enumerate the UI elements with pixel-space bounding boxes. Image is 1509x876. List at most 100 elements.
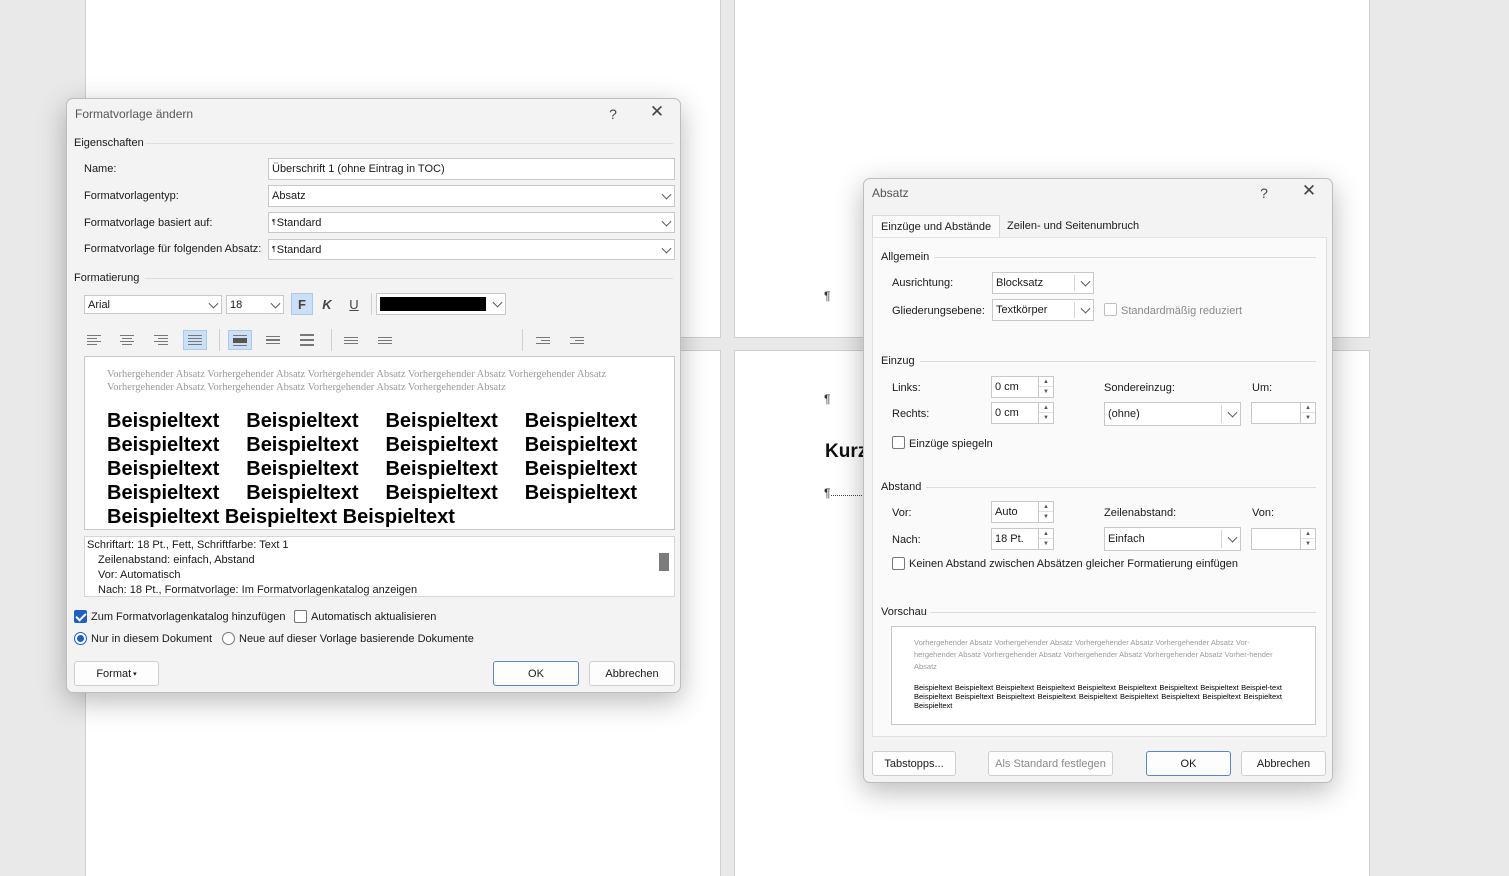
spin-up-icon[interactable]: ▲ [1039,377,1053,387]
indent-left-input[interactable]: 0 cm [991,376,1039,398]
tab-label: Zeilen- und Seitenumbruch [1007,220,1140,232]
single-spacing-button[interactable] [228,330,252,350]
preview-previous-paragraph: Vorhergehender Absatz Vorhergehender Abs… [914,638,1273,671]
spin-up-icon[interactable]: ▲ [1039,403,1053,413]
auto-update-checkbox[interactable] [294,610,307,623]
font-size-value: 18 [230,298,243,311]
indent-left-spinner[interactable]: ▲ ▼ [1038,376,1054,398]
font-size-select[interactable]: 18 [226,295,284,314]
spin-down-icon[interactable]: ▼ [1301,539,1315,549]
align-center-button[interactable] [115,330,139,350]
space-before-spinner[interactable]: ▲ ▼ [1038,501,1054,523]
spin-down-icon[interactable]: ▼ [1039,539,1053,549]
line-spacing-at-input[interactable] [1251,528,1301,550]
onehalf-spacing-button[interactable] [261,330,285,350]
no-space-same-style-checkbox[interactable] [892,557,905,570]
next-style-value: Standard [276,243,322,256]
set-default-button[interactable]: Als Standard festlegen [988,751,1113,776]
indent-right-input[interactable]: 0 cm [991,402,1039,424]
based-on-label: Formatvorlage basiert auf: [84,217,213,229]
font-name-select[interactable]: Arial [84,295,222,314]
spin-up-icon[interactable]: ▲ [1301,403,1315,413]
alignment-select[interactable]: Blocksatz [992,272,1094,294]
bold-button[interactable]: F [291,293,313,315]
align-right-button[interactable] [149,330,173,350]
ok-button[interactable]: OK [493,661,579,686]
only-this-document-label: Nur in diesem Dokument [91,633,213,645]
line-spacing-select[interactable]: Einfach [1104,527,1241,551]
question-icon[interactable]: ? [1254,186,1274,200]
chevron-down-icon: ▾ [133,670,137,678]
spin-up-icon[interactable]: ▲ [1039,529,1053,539]
special-indent-value: (ohne) [1108,408,1140,420]
space-after-input[interactable]: 18 Pt. [991,528,1039,550]
font-color-select[interactable] [376,293,506,315]
line-spacing-at-label: Von: [1252,507,1275,519]
style-preview: Vorhergehender Absatz Vorhergehender Abs… [84,356,675,530]
ok-button[interactable]: OK [1146,751,1231,776]
paragraph-dialog: Absatz ? ✕ Einzüge und Abstände Zeilen- … [863,178,1333,783]
line-spacing-at-spinner[interactable]: ▲ ▼ [1300,528,1316,550]
by-input[interactable] [1251,402,1301,424]
name-label: Name: [84,163,117,175]
decrease-indent-button[interactable] [531,330,555,350]
space-before-input[interactable]: Auto [991,501,1039,523]
next-style-select[interactable]: ¶ Standard [268,239,675,260]
close-icon[interactable]: ✕ [647,103,667,120]
cancel-button[interactable]: Abbrechen [1241,751,1326,776]
separator [934,257,1316,258]
style-type-select[interactable]: Absatz [268,185,675,207]
only-this-document-radio[interactable] [74,632,87,645]
italic-button[interactable]: K [316,293,338,315]
mirror-indents-checkbox[interactable] [892,436,905,449]
new-documents-radio[interactable] [222,632,235,645]
general-section-label: Allgemein [881,251,930,263]
tabs-button[interactable]: Tabstopps... [872,751,956,776]
space-after-label: Nach: [892,534,921,546]
outline-level-select[interactable]: Textkörper [992,299,1094,321]
decrease-paragraph-spacing-button[interactable] [373,330,397,350]
description-line: Zeilenabstand: einfach, Abstand [98,554,255,566]
increase-indent-button[interactable] [565,330,589,350]
based-on-select[interactable]: ¶ Standard [268,212,675,233]
close-icon[interactable]: ✕ [1299,182,1319,199]
add-to-gallery-label: Zum Formatvorlagenkatalog hinzufügen [91,611,286,623]
dotted-leader [831,495,864,496]
doc-heading-fragment: Kurz [825,441,868,462]
format-menu-button[interactable]: Format ▾ [74,661,159,686]
spin-up-icon[interactable]: ▲ [1301,529,1315,539]
chevron-down-icon [661,189,672,200]
space-before-value: Auto [995,506,1018,518]
special-indent-label: Sondereinzug: [1104,382,1175,394]
cancel-button[interactable]: Abbrechen [589,661,675,686]
preview-sample-text: Beispieltext Beispieltext Beispieltext B… [107,410,637,528]
special-indent-select[interactable]: (ohne) [1104,402,1241,426]
underline-icon: U [349,296,359,312]
outline-level-value: Textkörper [996,304,1048,316]
underline-button[interactable]: U [343,293,365,315]
spin-down-icon[interactable]: ▼ [1039,413,1053,423]
description-scrollbar-thumb[interactable] [659,553,669,571]
tab-indents-spacing[interactable]: Einzüge und Abstände [872,215,1001,237]
increase-paragraph-spacing-button[interactable] [339,330,363,350]
add-to-gallery-checkbox[interactable] [74,610,87,623]
alignment-label: Ausrichtung: [892,277,954,289]
question-icon[interactable]: ? [603,107,623,121]
paragraph-style-icon: ¶ [272,246,276,253]
space-after-spinner[interactable]: ▲ ▼ [1038,528,1054,550]
indent-right-spinner[interactable]: ▲ ▼ [1038,402,1054,424]
spin-down-icon[interactable]: ▼ [1039,387,1053,397]
paragraph-mark: ¶ [824,392,831,406]
align-justify-button[interactable] [183,330,207,350]
double-spacing-button[interactable] [295,330,319,350]
spin-up-icon[interactable]: ▲ [1039,502,1053,512]
spin-down-icon[interactable]: ▼ [1039,512,1053,522]
by-spinner[interactable]: ▲ ▼ [1300,402,1316,424]
alignment-value: Blocksatz [996,277,1044,289]
collapsed-default-checkbox[interactable] [1104,303,1117,316]
spin-down-icon[interactable]: ▼ [1301,413,1315,423]
preview-section-label: Vorschau [881,606,927,618]
style-name-input[interactable]: Überschrift 1 (ohne Eintrag in TOC) [268,158,675,180]
tab-line-page-breaks[interactable]: Zeilen- und Seitenumbruch [999,215,1147,237]
align-left-button[interactable] [82,330,106,350]
